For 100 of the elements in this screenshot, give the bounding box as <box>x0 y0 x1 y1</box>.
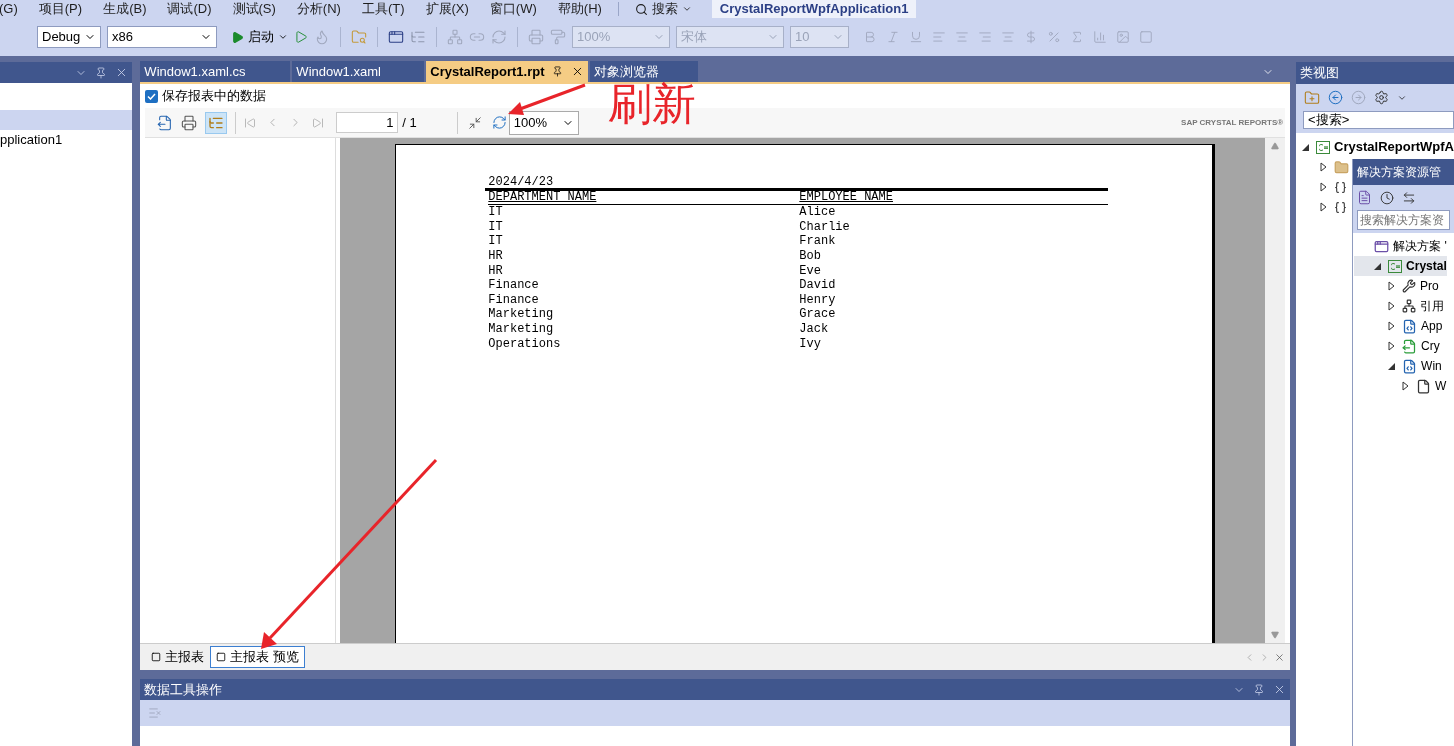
panel-title: 数据工具操作 <box>144 680 223 699</box>
image-icon[interactable] <box>1116 30 1130 44</box>
report-cell-text: Finance <box>488 278 540 293</box>
menu-item[interactable]: 生成(B) <box>103 0 147 19</box>
tree-item[interactable]: CrystalReportWpfA <box>1296 137 1454 157</box>
braces-icon <box>1334 180 1348 194</box>
scroll-up-icon[interactable] <box>1271 142 1280 150</box>
report-cell: Ivy <box>799 336 821 352</box>
folder-search-icon[interactable] <box>351 29 367 45</box>
tree-item[interactable]: App <box>1354 316 1443 336</box>
chart-icon[interactable] <box>1093 30 1107 44</box>
tree-item[interactable]: 引用 <box>1354 296 1445 316</box>
configuration-dropdown[interactable]: Debug <box>37 26 101 48</box>
menu-item[interactable]: 分析(N) <box>296 0 341 19</box>
last-page-icon[interactable] <box>312 116 325 129</box>
list-icon[interactable] <box>148 706 163 720</box>
column-header: EMPLOYEE_NAME <box>799 189 893 205</box>
back-icon[interactable] <box>1328 90 1344 105</box>
new-folder-icon[interactable] <box>1304 89 1321 106</box>
braces-icon <box>1334 200 1348 214</box>
platform-dropdown[interactable]: x86 <box>107 26 217 48</box>
report-cell: David <box>799 278 836 293</box>
pin-icon[interactable] <box>1253 683 1266 696</box>
align-center-icon[interactable] <box>955 30 969 44</box>
zoom-dropdown[interactable]: 100% <box>508 110 579 135</box>
toggle-icon[interactable] <box>467 115 482 130</box>
export-icon[interactable] <box>157 114 174 131</box>
frame-icon[interactable] <box>1139 30 1153 44</box>
solution-icon <box>1374 238 1390 254</box>
tree-item[interactable]: Crystal <box>1354 256 1447 276</box>
document-tab[interactable]: 对象浏览器 <box>590 61 699 82</box>
align-left-icon[interactable] <box>932 30 946 44</box>
tree-item[interactable]: Pro <box>1354 276 1439 296</box>
page-number-field[interactable]: 1 <box>336 112 399 133</box>
paint-roller-icon[interactable] <box>550 29 566 45</box>
document-tab[interactable]: Window1.xaml <box>292 61 425 82</box>
file-icon <box>1416 378 1432 394</box>
align-right-icon[interactable] <box>978 30 992 44</box>
pin-icon[interactable] <box>95 66 108 79</box>
pin-icon[interactable] <box>552 66 564 77</box>
menu-item[interactable]: 窗口(W) <box>489 0 537 19</box>
report-cell: Henry <box>799 292 836 308</box>
references-icon <box>1402 299 1417 313</box>
menu-item[interactable]: 项目(P) <box>38 0 83 19</box>
currency-icon[interactable] <box>1024 30 1038 44</box>
percent-icon[interactable] <box>1047 30 1061 44</box>
report-cell: Alice <box>799 205 836 220</box>
clock-icon[interactable] <box>1380 190 1395 205</box>
menu-item[interactable]: 工具(T) <box>361 0 405 19</box>
tree-item[interactable]: Cry <box>1354 336 1440 356</box>
printer-icon[interactable] <box>181 114 198 131</box>
list-tree-icon[interactable] <box>410 29 426 45</box>
search-icon <box>634 2 648 16</box>
refresh-icon[interactable] <box>491 115 507 130</box>
italic-icon[interactable] <box>886 30 900 44</box>
first-page-icon[interactable] <box>244 116 257 129</box>
group-tree-toggle[interactable] <box>205 111 228 134</box>
refresh-icon[interactable] <box>491 29 507 45</box>
scrollbar[interactable] <box>1265 138 1286 643</box>
report-icon <box>151 652 162 662</box>
tree-item[interactable]: Win <box>1354 356 1442 376</box>
sum-icon[interactable] <box>1070 30 1084 44</box>
report-cell-text: Marketing <box>488 307 555 322</box>
menu-item[interactable]: 测试(S) <box>232 0 276 19</box>
search-field[interactable]: 搜索解决方案资 <box>1357 210 1450 230</box>
brand-label: SAP CRYSTAL REPORTS® <box>1181 116 1284 129</box>
solution-title: CrystalReportWpfApplication1 <box>711 0 917 18</box>
menu-item[interactable]: 调试(D) <box>167 0 212 19</box>
checkbox[interactable] <box>145 89 159 103</box>
start-button[interactable]: 启动 <box>231 27 288 47</box>
search-field[interactable]: <搜索> <box>1303 111 1454 129</box>
xaml-file-icon <box>1402 318 1418 334</box>
view-tab[interactable]: 主报表 <box>145 646 211 668</box>
document-icon[interactable] <box>1357 190 1373 205</box>
play-outline-icon[interactable] <box>294 30 308 44</box>
xaml-file-icon <box>1402 358 1418 374</box>
view-tab[interactable]: 主报表 预览 <box>210 646 305 668</box>
document-tab[interactable]: Window1.xaml.cs <box>140 61 291 82</box>
report-cell: Frank <box>799 234 836 249</box>
forward-icon[interactable] <box>1351 90 1367 105</box>
report-cell-text: IT <box>488 219 504 235</box>
document-tab[interactable]: CrystalReport1.rpt <box>426 61 589 82</box>
justify-icon[interactable] <box>1001 30 1015 44</box>
menu-item[interactable]: 扩展(X) <box>425 0 469 19</box>
settings-icon[interactable] <box>1374 90 1390 105</box>
network-icon[interactable] <box>447 29 463 45</box>
window-icon[interactable] <box>388 29 404 45</box>
report-file-icon <box>1402 338 1418 354</box>
search-button[interactable]: 搜索 <box>634 0 692 19</box>
menu-item[interactable]: 帮助(H) <box>557 0 602 19</box>
sync-icon[interactable] <box>1402 190 1417 205</box>
tree-item[interactable]: W <box>1354 376 1447 396</box>
underline-icon[interactable] <box>909 30 923 44</box>
menu-item[interactable]: (G) <box>0 0 18 19</box>
caret-icon <box>681 4 692 14</box>
tree-item[interactable]: 解决方案 ' <box>1354 236 1447 256</box>
panel-title: 解决方案资源管 <box>1357 164 1442 181</box>
scroll-down-icon[interactable] <box>1271 631 1280 639</box>
flame-icon[interactable] <box>314 29 330 45</box>
bold-icon[interactable] <box>863 30 877 44</box>
